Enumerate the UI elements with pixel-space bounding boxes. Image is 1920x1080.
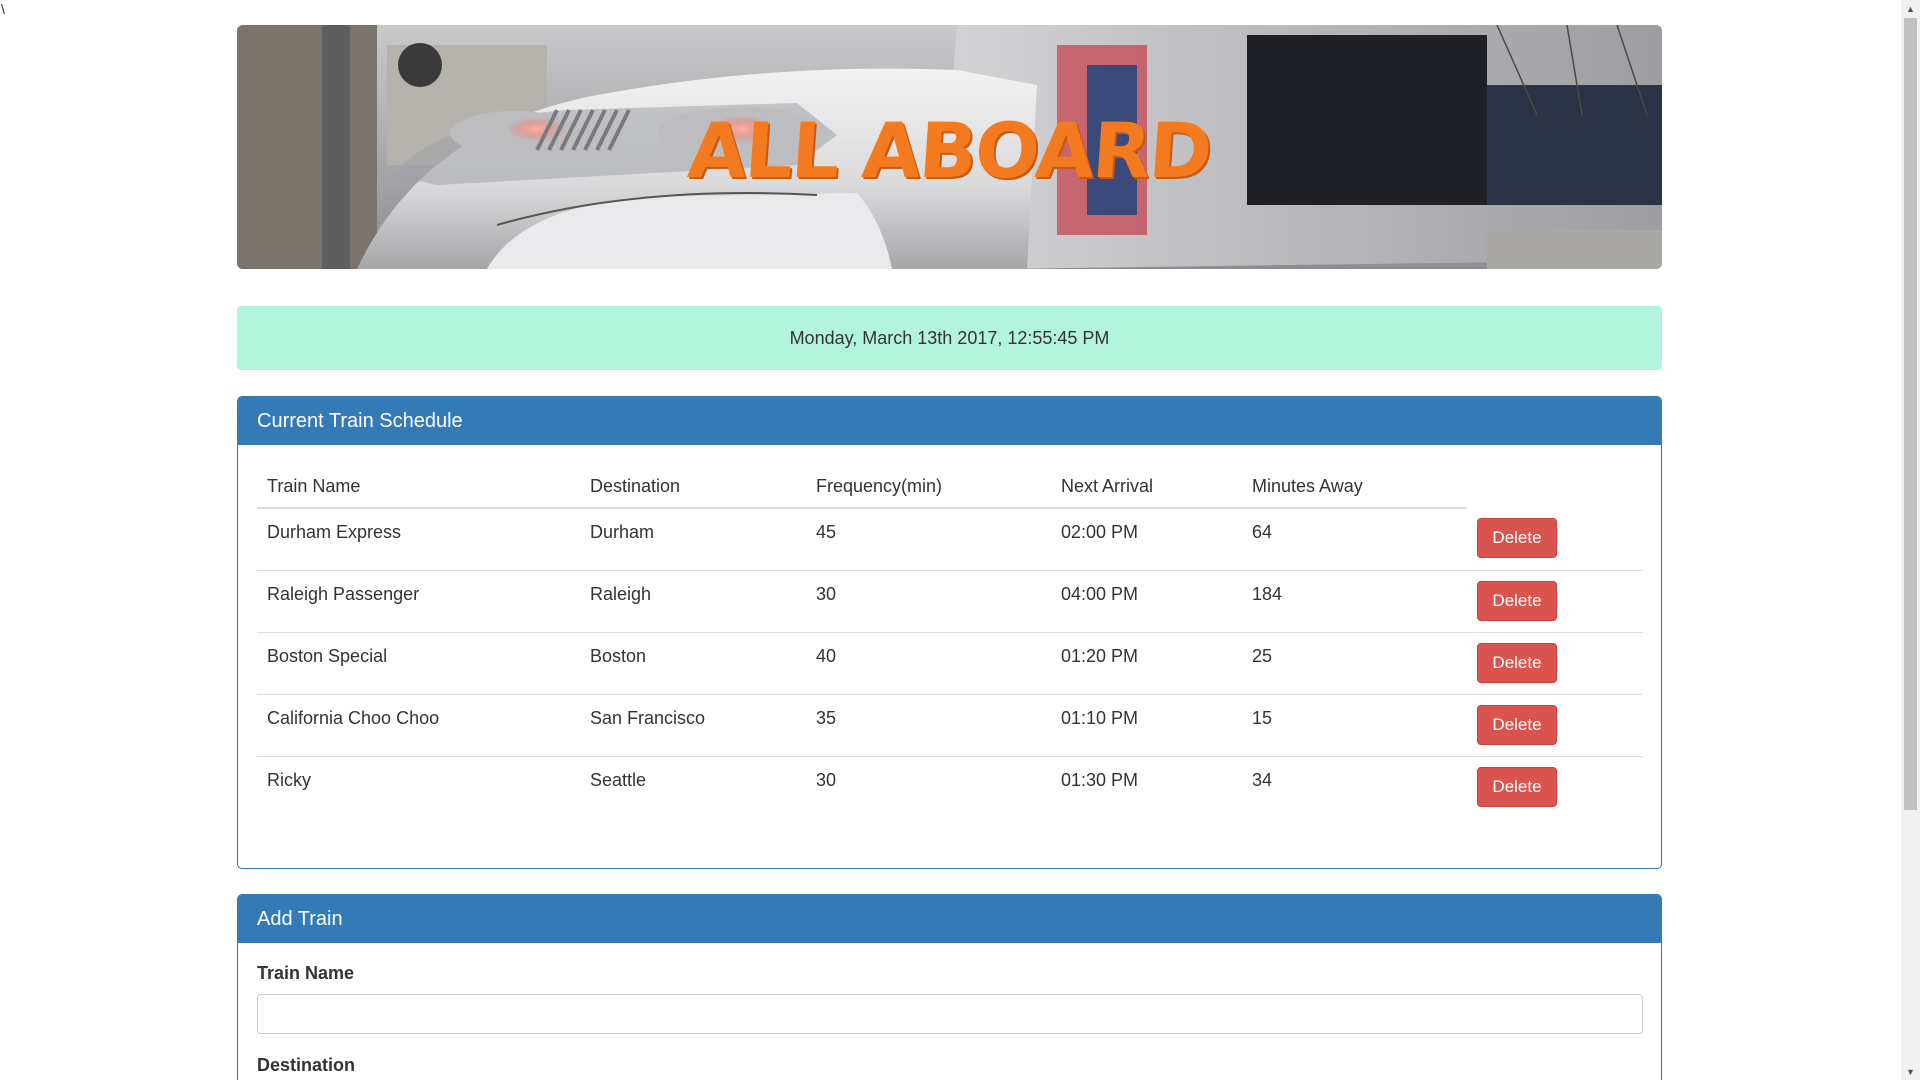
- cell-next-arrival: 01:20 PM: [1051, 632, 1242, 695]
- train-name-input[interactable]: [257, 994, 1643, 1034]
- table-row: Durham Express Durham 45 02:00 PM 64 Del…: [257, 508, 1643, 571]
- table-header-row: Train Name Destination Frequency(min) Ne…: [257, 465, 1643, 509]
- train-name-label: Train Name: [257, 963, 355, 983]
- cell-minutes-away: 15: [1242, 694, 1467, 757]
- scrollbar-thumb[interactable]: [1904, 18, 1917, 810]
- cell-actions: Delete: [1467, 756, 1643, 818]
- column-header-frequency: Frequency(min): [806, 465, 1051, 509]
- page: \ ALL ABOARD Monday, March 13th 2017, 12…: [0, 0, 1920, 1080]
- cell-destination: Durham: [580, 508, 806, 571]
- column-header-next-arrival: Next Arrival: [1051, 465, 1242, 509]
- cell-minutes-away: 184: [1242, 570, 1467, 633]
- cell-actions: Delete: [1467, 570, 1643, 633]
- add-train-panel-title: Add Train: [257, 907, 343, 930]
- stray-text: \: [1, 1, 5, 17]
- cell-actions: Delete: [1467, 694, 1643, 757]
- cell-actions: Delete: [1467, 508, 1643, 571]
- cell-train-name: Durham Express: [257, 508, 580, 571]
- column-header-train-name: Train Name: [257, 465, 580, 509]
- cell-next-arrival: 01:30 PM: [1061, 769, 1139, 790]
- cell-frequency: 30: [816, 769, 837, 790]
- table-row: California Choo Choo San Francisco 35 01…: [257, 694, 1643, 757]
- chevron-down-icon[interactable]: ▼: [1901, 1063, 1920, 1080]
- delete-button[interactable]: Delete: [1477, 642, 1557, 683]
- cell-train-name: California Choo Choo: [257, 694, 580, 757]
- add-train-panel: Add Train Train Name Destination: [237, 894, 1662, 1080]
- column-header-destination: Destination: [580, 465, 806, 509]
- delete-button[interactable]: Delete: [1477, 518, 1557, 558]
- column-header-actions: [1467, 465, 1643, 508]
- current-time-text: Monday, March 13th 2017, 12:55:45 PM: [789, 327, 1110, 348]
- cell-minutes-away: 34: [1252, 769, 1273, 790]
- cell-frequency: 45: [806, 508, 1051, 571]
- current-time-display: Monday, March 13th 2017, 12:55:45 PM: [237, 306, 1662, 370]
- cell-train-name: Raleigh Passenger: [257, 570, 580, 633]
- chevron-up-icon[interactable]: ▲: [1901, 0, 1920, 17]
- page-scrollbar[interactable]: ▲ ▼: [1901, 0, 1920, 1080]
- cell-minutes-away: 25: [1242, 632, 1467, 695]
- cell-destination: Seattle: [590, 769, 647, 790]
- schedule-table: Train Name Destination Frequency(min) Ne…: [257, 465, 1643, 818]
- schedule-panel: Current Train Schedule Train Name Destin…: [237, 396, 1662, 869]
- table-row: Boston Special Boston 40 01:20 PM 25 Del…: [257, 632, 1643, 695]
- column-header-minutes-away: Minutes Away: [1242, 465, 1467, 509]
- cell-frequency: 35: [806, 694, 1051, 757]
- cell-minutes-away: 64: [1242, 508, 1467, 571]
- add-train-panel-heading: Add Train: [238, 895, 1661, 943]
- table-row: Ricky Seattle 30 01:30 PM 34 Delete: [257, 756, 1643, 818]
- cell-train-name: Boston Special: [257, 632, 580, 695]
- cell-destination: Boston: [580, 632, 806, 695]
- schedule-panel-heading: Current Train Schedule: [238, 397, 1661, 445]
- cell-next-arrival: 02:00 PM: [1051, 508, 1242, 571]
- banner-title: ALL ABOARD: [685, 105, 1214, 195]
- cell-actions: Delete: [1467, 632, 1643, 695]
- cell-train-name: Ricky: [267, 769, 311, 790]
- cell-frequency: 40: [806, 632, 1051, 695]
- cell-destination: Raleigh: [580, 570, 806, 633]
- delete-button[interactable]: Delete: [1477, 766, 1557, 807]
- cell-frequency: 30: [806, 570, 1051, 633]
- delete-button[interactable]: Delete: [1477, 704, 1557, 745]
- schedule-panel-title: Current Train Schedule: [257, 409, 463, 432]
- table-row: Raleigh Passenger Raleigh 30 04:00 PM 18…: [257, 570, 1643, 633]
- cell-destination: San Francisco: [580, 694, 806, 757]
- delete-button[interactable]: Delete: [1477, 580, 1557, 621]
- cell-next-arrival: 01:10 PM: [1051, 694, 1242, 757]
- banner-image: ALL ABOARD: [237, 25, 1662, 269]
- destination-label: Destination: [257, 1055, 356, 1075]
- cell-next-arrival: 04:00 PM: [1051, 570, 1242, 633]
